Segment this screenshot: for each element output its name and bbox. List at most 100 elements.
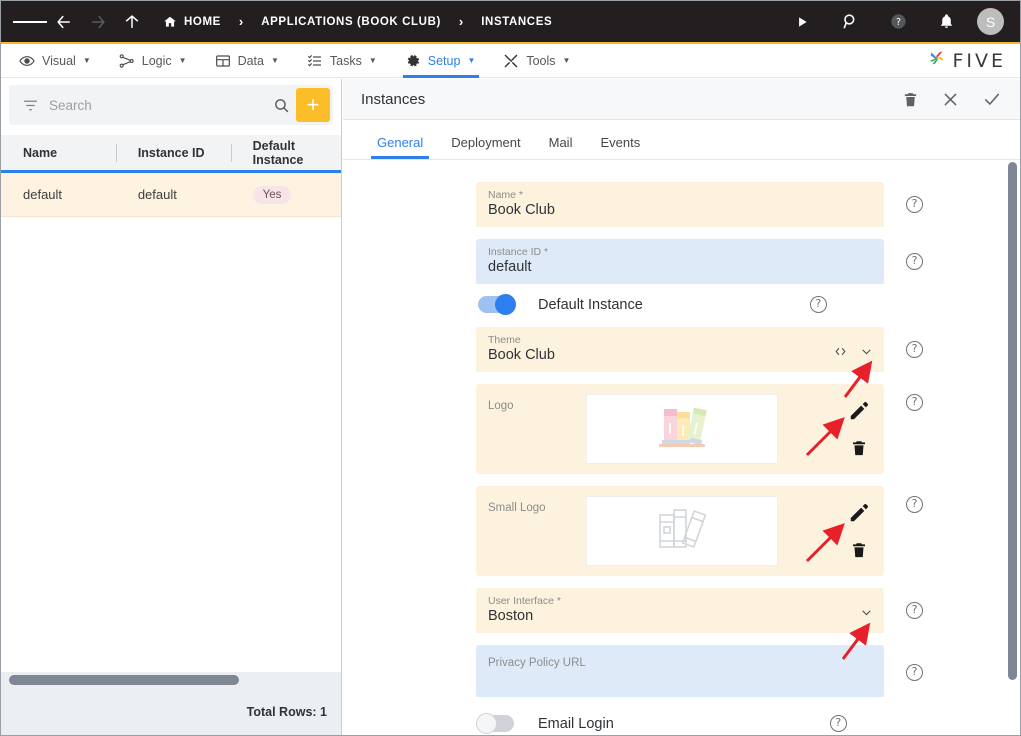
- column-header-default-instance[interactable]: Default Instance: [230, 134, 341, 172]
- horizontal-scrollbar-thumb[interactable]: [9, 675, 239, 685]
- small-logo-preview[interactable]: [586, 496, 778, 566]
- privacy-policy-url-field[interactable]: Privacy Policy URL: [476, 645, 884, 697]
- menu-item-visual[interactable]: Visual ▼: [9, 44, 101, 78]
- question-circle-icon[interactable]: ?: [906, 341, 923, 358]
- form-vertical-scrollbar[interactable]: [1005, 160, 1020, 735]
- topbar-actions: ? S: [785, 5, 1020, 39]
- search-icon[interactable]: [266, 97, 296, 114]
- instance-id-field[interactable]: Instance ID * default: [476, 239, 884, 284]
- form-row-small-logo: Small Logo ?: [343, 486, 1020, 576]
- table-row[interactable]: default default Yes: [1, 173, 341, 217]
- play-icon[interactable]: [785, 5, 819, 39]
- email-login-toggle[interactable]: [476, 713, 514, 734]
- question-circle-icon[interactable]: ?: [906, 394, 923, 411]
- tab-events[interactable]: Events: [586, 135, 654, 159]
- detail-header: Instances: [343, 79, 1020, 120]
- breadcrumb-item-home[interactable]: HOME: [159, 15, 225, 29]
- pencil-icon[interactable]: [848, 502, 870, 524]
- theme-field-adornments: [833, 345, 874, 363]
- chevron-down-icon[interactable]: [859, 606, 874, 624]
- default-instance-label: Default Instance: [538, 296, 643, 313]
- check-icon[interactable]: [982, 89, 1002, 109]
- question-circle-icon[interactable]: ?: [906, 664, 923, 681]
- top-navigation-bar: HOME › APPLICATIONS (BOOK CLUB) › INSTAN…: [1, 1, 1020, 44]
- close-icon[interactable]: [941, 90, 960, 109]
- filter-icon[interactable]: [17, 97, 43, 114]
- name-field[interactable]: Name * Book Club: [476, 182, 884, 227]
- home-icon: [163, 15, 177, 29]
- up-arrow-icon[interactable]: [115, 5, 149, 39]
- question-circle-icon[interactable]: ?: [809, 296, 827, 313]
- trash-icon[interactable]: [850, 438, 868, 458]
- trash-icon[interactable]: [902, 90, 919, 109]
- search-input[interactable]: [43, 97, 266, 113]
- instance-id-field-label: Instance ID *: [488, 246, 549, 258]
- instances-list-panel: + Name Instance ID Default Instance defa…: [1, 79, 342, 735]
- chevron-down-icon: ▼: [178, 56, 187, 65]
- breadcrumb-item-instances[interactable]: INSTANCES: [477, 16, 556, 28]
- default-instance-toggle[interactable]: [478, 294, 516, 315]
- menu-item-tasks[interactable]: Tasks ▼: [297, 44, 387, 78]
- pencil-icon[interactable]: [848, 400, 870, 422]
- books-outline-illustration-icon: [650, 503, 714, 560]
- form-row-logo: Logo ?: [343, 384, 1020, 474]
- form-row-name: Name * Book Club ?: [343, 182, 1020, 227]
- column-header-name[interactable]: Name: [1, 134, 116, 172]
- logo-preview[interactable]: [586, 394, 778, 464]
- question-circle-icon[interactable]: ?: [906, 253, 923, 270]
- breadcrumb-separator: ›: [458, 14, 464, 29]
- menu-item-logic[interactable]: Logic ▼: [109, 44, 197, 78]
- search-bar: +: [9, 85, 333, 125]
- chevron-down-icon: ▼: [270, 56, 279, 65]
- question-circle-icon[interactable]: ?: [906, 602, 923, 619]
- books-color-illustration-icon: [646, 399, 718, 460]
- user-interface-field-value: Boston: [488, 608, 534, 624]
- email-login-label: Email Login: [538, 715, 614, 732]
- avatar[interactable]: S: [977, 8, 1004, 35]
- tab-mail[interactable]: Mail: [535, 135, 587, 159]
- breadcrumb-label: HOME: [184, 15, 221, 28]
- menu-item-setup[interactable]: Setup ▼: [395, 44, 486, 78]
- user-interface-adornments: [859, 606, 874, 624]
- five-mark-icon: [926, 47, 948, 74]
- logo-field: Logo: [476, 384, 884, 474]
- add-instance-button[interactable]: +: [296, 88, 330, 122]
- tab-deployment[interactable]: Deployment: [437, 135, 534, 159]
- chevron-down-icon: ▼: [82, 56, 91, 65]
- theme-field[interactable]: Theme Book Club: [476, 327, 884, 372]
- menu-item-data[interactable]: Data ▼: [205, 44, 289, 78]
- code-brackets-icon[interactable]: [833, 345, 848, 363]
- form-vertical-scrollbar-thumb[interactable]: [1008, 162, 1017, 680]
- trash-icon[interactable]: [850, 540, 868, 560]
- user-interface-field-label: User Interface *: [488, 595, 561, 607]
- bell-icon[interactable]: [929, 5, 963, 39]
- status-badge: Yes: [252, 185, 292, 204]
- application-window: HOME › APPLICATIONS (BOOK CLUB) › INSTAN…: [0, 0, 1021, 736]
- question-circle-icon[interactable]: ?: [829, 715, 847, 732]
- forward-arrow-icon[interactable]: [81, 5, 115, 39]
- magnifier-icon[interactable]: [833, 5, 867, 39]
- tab-general[interactable]: General: [363, 135, 437, 159]
- user-interface-field[interactable]: User Interface * Boston: [476, 588, 884, 633]
- question-circle-icon[interactable]: ?: [906, 496, 923, 513]
- hamburger-menu-icon[interactable]: [13, 5, 47, 39]
- question-circle-icon[interactable]: ?: [881, 5, 915, 39]
- breadcrumb-item-applications[interactable]: APPLICATIONS (BOOK CLUB): [257, 16, 445, 28]
- question-circle-icon[interactable]: ?: [906, 196, 923, 213]
- theme-field-label: Theme: [488, 334, 521, 346]
- menu-item-label: Logic: [141, 53, 172, 68]
- back-arrow-icon[interactable]: [47, 5, 81, 39]
- instance-form: Name * Book Club ? Instance ID * default…: [343, 160, 1020, 734]
- form-row-privacy-policy-url: Privacy Policy URL ?: [343, 645, 1020, 697]
- theme-field-value: Book Club: [488, 347, 555, 363]
- horizontal-scrollbar[interactable]: [1, 672, 341, 688]
- five-brand-logo: FIVE: [926, 47, 1020, 74]
- chevron-down-icon: ▼: [467, 56, 476, 65]
- menu-item-tools[interactable]: Tools ▼: [493, 44, 580, 78]
- column-header-instance-id[interactable]: Instance ID: [115, 134, 231, 172]
- breadcrumb-label: INSTANCES: [481, 15, 553, 28]
- small-logo-field-label: Small Logo: [488, 502, 546, 514]
- chevron-down-icon[interactable]: [859, 345, 874, 363]
- five-brand-text: FIVE: [952, 49, 1006, 72]
- menu-item-label: Data: [237, 53, 264, 68]
